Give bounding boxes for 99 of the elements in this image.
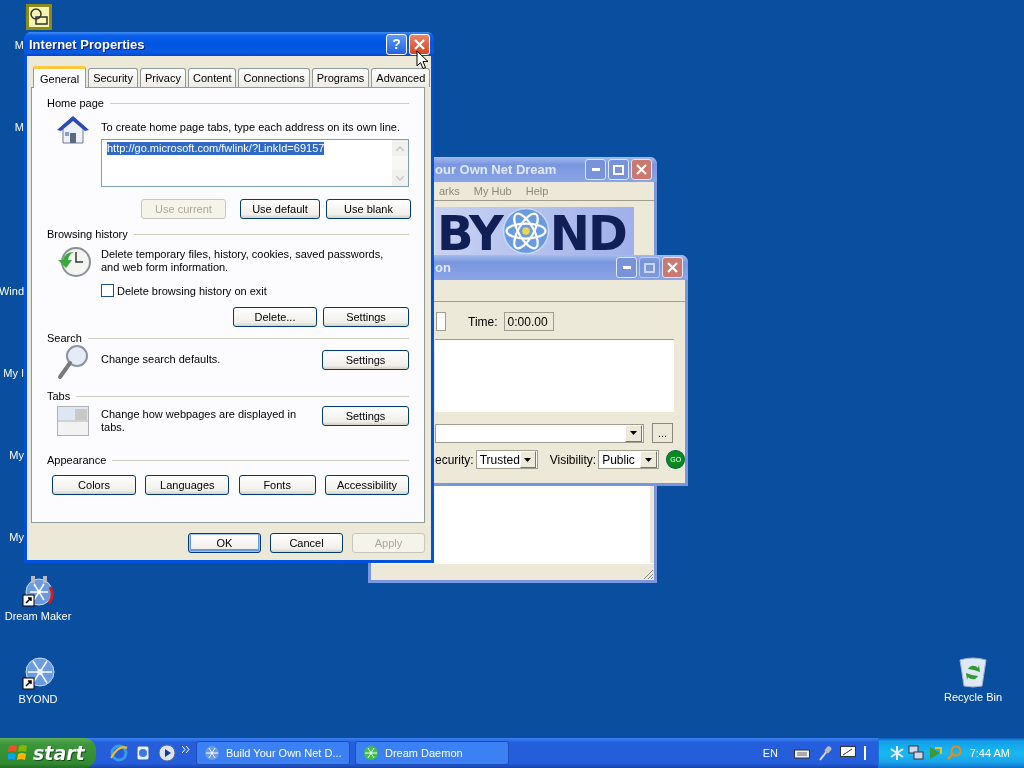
atom-icon [204,745,220,761]
window-title: Internet Properties [29,36,146,52]
logo-text: ND [549,207,626,259]
icon-label: M [14,120,24,134]
action-button[interactable]: Languages [145,475,230,495]
input-field[interactable] [436,312,446,331]
icon-label: Dream Maker [4,610,72,622]
action-button[interactable]: Accessibility [325,475,409,495]
close-button[interactable] [631,159,652,180]
action-button[interactable]: Settings [323,307,409,327]
maximize-icon [613,164,624,175]
taskbar-button[interactable]: Dream Daemon [355,741,509,765]
snowflake-icon[interactable] [889,745,905,761]
close-icon [636,164,647,175]
minimize-icon [591,168,600,171]
minimize-button[interactable] [616,257,637,278]
dialog-button[interactable]: Cancel [270,533,343,553]
history-description: Delete temporary files, history, cookies, saved passwords, and web form information. [101,248,385,274]
security-label: ecurity: [435,452,474,467]
clock-arrow-icon [57,246,91,278]
atom-icon[interactable] [21,656,55,690]
tab[interactable]: Privacy [139,68,186,87]
time-label: Time: [468,314,498,329]
action-button[interactable]: Delete... [233,307,317,327]
window-title: on [435,260,452,275]
tab[interactable]: Security [88,68,138,87]
separator-icon [864,746,866,760]
tabs-description: Change how webpages are displayed in tabs. [101,408,298,434]
home-page-instructions: To create home page tabs, type each address on its own line. [101,121,401,134]
recycle-bin-icon[interactable] [958,656,988,688]
network-icon[interactable] [908,745,924,761]
arrows-icon[interactable] [927,745,943,761]
section-heading: Search [47,332,82,344]
checkbox[interactable] [101,284,114,297]
url-text: http://go.microsoft.com/fwlink/?LinkId=69157 [107,142,325,155]
windows-flag-icon [8,744,28,762]
house-icon [57,115,89,145]
tab[interactable]: Connections [238,68,310,87]
tab[interactable]: Content [187,68,237,87]
close-icon [414,38,425,50]
checkbox-label: Delete browsing history on exit [117,284,267,297]
caret-icon [645,457,653,462]
taskbar-button[interactable]: Build Your Own Net D... [196,741,350,765]
action-button[interactable]: Use default [240,199,320,219]
document-icon[interactable] [134,744,152,762]
icon-label: My I [3,366,24,380]
magnifier-icon [57,344,89,380]
settings-button[interactable]: Settings [322,406,409,426]
clock-envelope-icon[interactable] [26,4,52,30]
tab[interactable]: Programs [311,68,370,87]
icon-label: BYOND [18,693,58,705]
section-heading: Browsing history [47,228,128,240]
browser-e-icon[interactable] [110,744,128,762]
keyboard-icon[interactable] [794,747,810,759]
visibility-dropdown[interactable]: Public [598,450,660,469]
maximize-button[interactable] [608,159,629,180]
browse-button[interactable]: ... [652,423,673,443]
section-heading: Appearance [47,454,107,466]
dialog-button[interactable]: OK [188,533,261,553]
caret-icon [524,457,532,462]
file-dropdown[interactable] [435,423,644,443]
microphone-icon[interactable] [818,745,832,761]
window-title: our Own Net Dream [435,162,558,177]
resize-grip-icon[interactable] [642,568,654,580]
minimize-icon [622,266,631,269]
visibility-label: Visibility: [549,452,597,467]
mouse-cursor-icon [416,50,429,70]
language-indicator[interactable]: EN [762,747,778,759]
close-button[interactable] [662,257,683,278]
wrench-atom-icon[interactable] [21,573,55,607]
maximize-icon [644,262,655,273]
action-button[interactable]: Colors [52,475,136,495]
play-icon[interactable] [158,744,176,762]
chevron-icon[interactable] [182,746,190,753]
caret-icon [630,431,637,435]
minimize-button[interactable] [585,159,606,180]
tab[interactable]: Advanced [371,68,431,87]
tabbed-window-icon [57,406,89,436]
icon-label: Recycle Bin [943,691,1003,703]
action-button[interactable]: Use blank [326,199,411,219]
icon-label: My [9,530,24,544]
action-button[interactable]: Fonts [238,475,316,495]
icon-label: My [9,448,24,462]
section-heading: Home page [47,97,104,109]
home-page-field[interactable]: http://go.microsoft.com/fwlink/?LinkId=69157 [101,139,409,187]
start-button[interactable]: start [0,738,96,768]
icon-label: M [14,38,24,52]
atom-icon [501,207,550,255]
search-description: Change search defaults. [101,353,221,366]
section-heading: Tabs [47,390,71,402]
time-field[interactable]: 0:00.00 [503,312,554,331]
logo-text: BY [437,207,502,259]
security-dropdown[interactable]: Trusted [475,450,538,469]
help-button[interactable]: ? [386,33,407,55]
atom-icon [363,745,379,761]
settings-button[interactable]: Settings [322,350,409,370]
close-icon [667,262,678,273]
tab[interactable]: General [33,66,87,88]
speech-icon[interactable] [840,746,856,760]
